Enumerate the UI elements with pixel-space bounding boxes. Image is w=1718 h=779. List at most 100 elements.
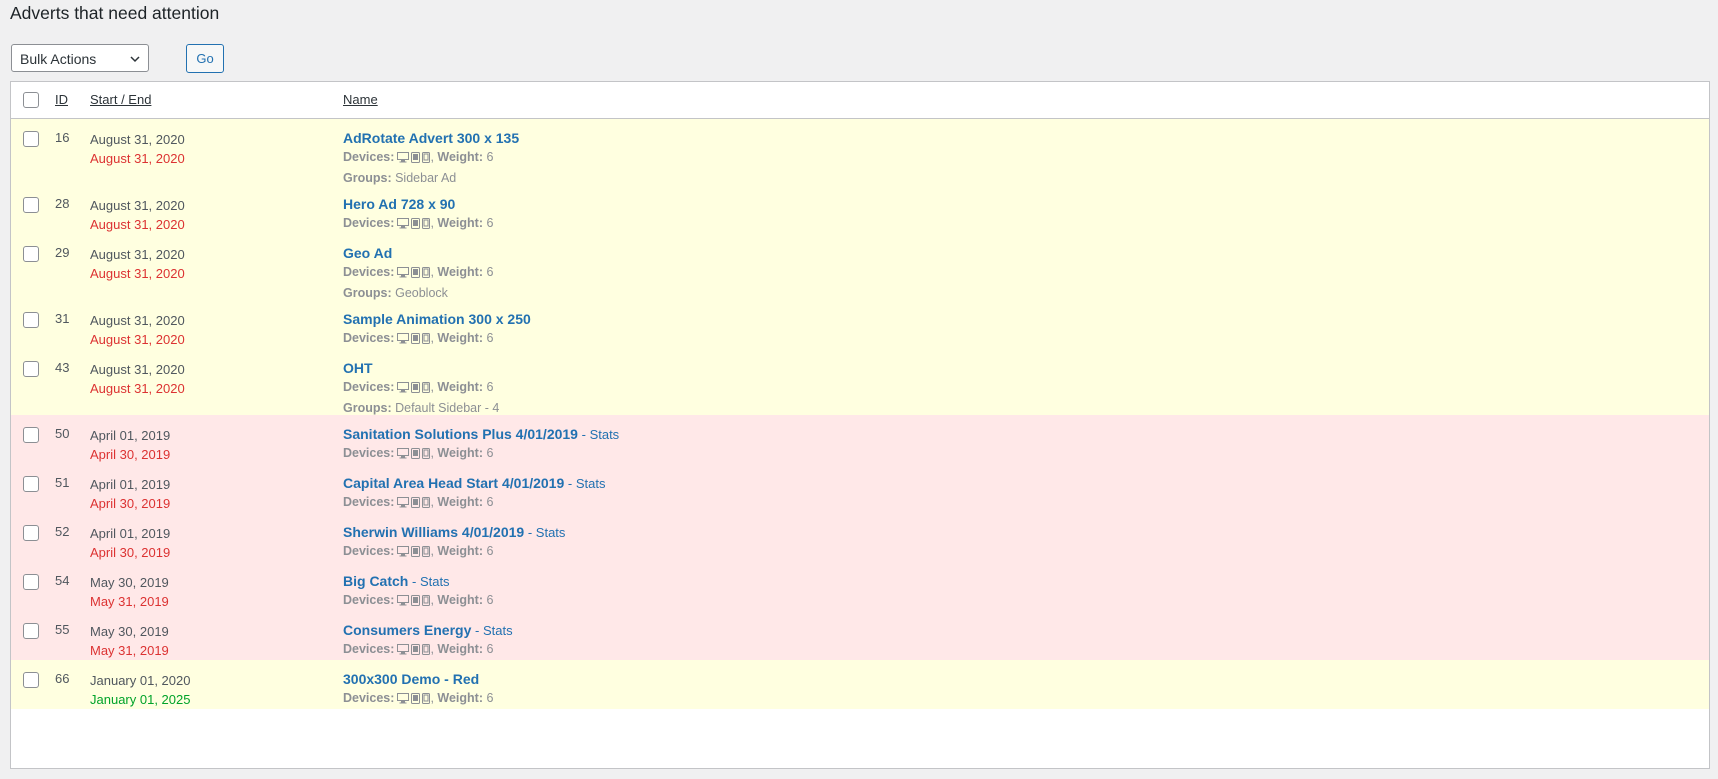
- advert-dates: August 31, 2020 August 31, 2020: [90, 245, 185, 283]
- row-checkbox[interactable]: [23, 525, 39, 541]
- advert-dates: August 31, 2020 August 31, 2020: [90, 311, 185, 349]
- desktop-icon: [397, 546, 410, 557]
- advert-title-link[interactable]: Consumers Energy: [343, 622, 471, 638]
- device-icons: [397, 331, 431, 350]
- end-date: January 01, 2025: [90, 692, 191, 707]
- weight-label: Weight:: [437, 446, 483, 460]
- table-row: 52 April 01, 2019 April 30, 2019 Sherwin Wi…: [11, 513, 1709, 562]
- table-row: 54 May 30, 2019 May 31, 2019 Big Catch - St…: [11, 562, 1709, 611]
- tablet-icon: [411, 448, 421, 459]
- start-date: April 01, 2019: [90, 477, 171, 492]
- advert-dates: August 31, 2020 August 31, 2020: [90, 130, 185, 168]
- row-checkbox[interactable]: [23, 672, 39, 688]
- table-row: 66 January 01, 2020 January 01, 2025 300x30…: [11, 660, 1709, 709]
- stats-link[interactable]: Stats: [576, 476, 606, 491]
- advert-title-link[interactable]: AdRotate Advert 300 x 135: [343, 130, 519, 146]
- advert-title-link[interactable]: 300x300 Demo - Red: [343, 671, 479, 687]
- separator: -: [527, 525, 533, 540]
- advert-id: 66: [55, 671, 70, 686]
- row-checkbox[interactable]: [23, 131, 39, 147]
- stats-link[interactable]: Stats: [590, 427, 620, 442]
- chevron-down-icon: [130, 56, 140, 63]
- advert-title-link[interactable]: Hero Ad 728 x 90: [343, 196, 455, 212]
- advert-id: 16: [55, 130, 70, 145]
- weight-label: Weight:: [437, 642, 483, 656]
- start-date: April 01, 2019: [90, 526, 171, 541]
- advert-id: 29: [55, 245, 70, 260]
- advert-id: 43: [55, 360, 70, 375]
- end-date: August 31, 2020: [90, 332, 185, 347]
- weight-value: 6: [486, 593, 494, 607]
- tablet-icon: [411, 644, 421, 655]
- separator: -: [411, 574, 417, 589]
- advert-name-cell: Consumers Energy - Stats Devices:, Weight…: [343, 621, 513, 661]
- bulk-actions-select[interactable]: Bulk Actions: [11, 44, 149, 72]
- device-icons: [397, 691, 431, 710]
- advert-name-cell: Sample Animation 300 x 250 Devices:, Weig…: [343, 310, 531, 350]
- advert-title-link[interactable]: Sherwin Williams 4/01/2019: [343, 524, 524, 540]
- weight-label: Weight:: [437, 331, 483, 345]
- weight-label: Weight:: [437, 495, 483, 509]
- table-row: 55 May 30, 2019 May 31, 2019 Consumers Ener…: [11, 611, 1709, 660]
- devices-label: Devices:: [343, 544, 395, 558]
- advert-meta: Devices:, Weight: 6: [343, 148, 519, 169]
- end-date: May 31, 2019: [90, 643, 169, 658]
- advert-meta: Devices:, Weight: 6: [343, 378, 499, 399]
- column-header-start-end[interactable]: Start / End: [90, 92, 151, 107]
- start-date: August 31, 2020: [90, 132, 185, 147]
- devices-label: Devices:: [343, 642, 395, 656]
- weight-label: Weight:: [437, 593, 483, 607]
- row-checkbox[interactable]: [23, 476, 39, 492]
- select-all-checkbox[interactable]: [23, 92, 39, 108]
- row-checkbox[interactable]: [23, 427, 39, 443]
- device-icons: [397, 265, 431, 284]
- advert-name-cell: Geo Ad Devices:, Weight: 6 Groups: Geobloc…: [343, 244, 493, 303]
- desktop-icon: [397, 218, 410, 229]
- devices-label: Devices:: [343, 691, 395, 705]
- advert-id: 50: [55, 426, 70, 441]
- advert-meta: Devices:, Weight: 6: [343, 591, 493, 612]
- row-checkbox[interactable]: [23, 623, 39, 639]
- advert-meta: Devices:, Weight: 6: [343, 493, 605, 514]
- tablet-icon: [411, 595, 421, 606]
- devices-label: Devices:: [343, 265, 395, 279]
- advert-title-link[interactable]: Big Catch: [343, 573, 408, 589]
- tablet-icon: [411, 267, 421, 278]
- end-date: August 31, 2020: [90, 266, 185, 281]
- device-icons: [397, 495, 431, 514]
- weight-label: Weight:: [437, 544, 483, 558]
- advert-title-link[interactable]: OHT: [343, 360, 373, 376]
- desktop-icon: [397, 152, 410, 163]
- table-row: 16 August 31, 2020 August 31, 2020 AdRotate…: [11, 119, 1709, 185]
- row-checkbox[interactable]: [23, 197, 39, 213]
- advert-name-cell: 300x300 Demo - Red Devices:, Weight: 6: [343, 670, 493, 710]
- column-header-name[interactable]: Name: [343, 92, 378, 107]
- separator: -: [475, 623, 480, 638]
- end-date: August 31, 2020: [90, 381, 185, 396]
- table-row: 31 August 31, 2020 August 31, 2020 Sample A…: [11, 300, 1709, 349]
- go-button[interactable]: Go: [186, 44, 224, 73]
- weight-label: Weight:: [437, 691, 483, 705]
- row-checkbox[interactable]: [23, 574, 39, 590]
- bulk-actions-label: Bulk Actions: [20, 51, 97, 67]
- devices-label: Devices:: [343, 150, 395, 164]
- advert-title-link[interactable]: Geo Ad: [343, 245, 392, 261]
- table-row: 50 April 01, 2019 April 30, 2019 Sanitation…: [11, 415, 1709, 464]
- start-date: August 31, 2020: [90, 313, 185, 328]
- tablet-icon: [411, 152, 421, 163]
- row-checkbox[interactable]: [23, 361, 39, 377]
- desktop-icon: [397, 693, 410, 704]
- stats-link[interactable]: Stats: [420, 574, 450, 589]
- weight-value: 6: [486, 446, 494, 460]
- column-header-id[interactable]: ID: [55, 92, 68, 107]
- row-checkbox[interactable]: [23, 246, 39, 262]
- stats-link[interactable]: Stats: [536, 525, 566, 540]
- row-checkbox[interactable]: [23, 312, 39, 328]
- advert-dates: January 01, 2020 January 01, 2025: [90, 671, 190, 709]
- advert-title-link[interactable]: Sample Animation 300 x 250: [343, 311, 531, 327]
- advert-title-link[interactable]: Sanitation Solutions Plus 4/01/2019: [343, 426, 578, 442]
- stats-link[interactable]: Stats: [483, 623, 513, 638]
- advert-dates: April 01, 2019 April 30, 2019: [90, 524, 170, 562]
- weight-value: 6: [486, 495, 494, 509]
- advert-title-link[interactable]: Capital Area Head Start 4/01/2019: [343, 475, 564, 491]
